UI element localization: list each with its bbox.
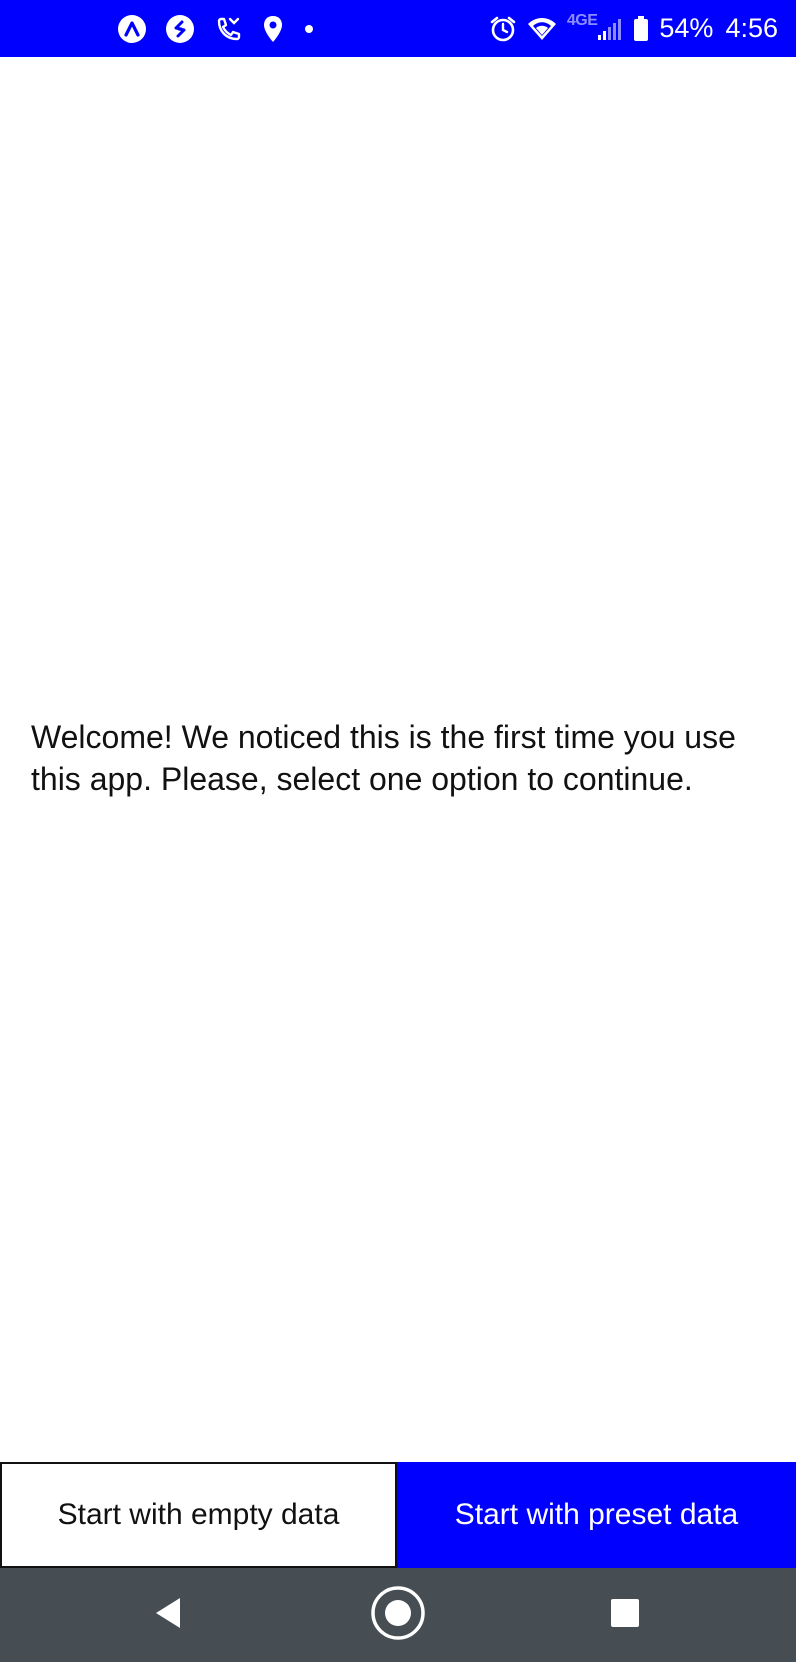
wifi-icon: [527, 16, 557, 42]
status-bar: 4GE 54% 4:56: [0, 0, 796, 57]
alarm-icon: [489, 15, 517, 43]
navigation-bar: [0, 1568, 796, 1662]
start-preset-data-button[interactable]: Start with preset data: [397, 1462, 796, 1568]
status-bar-system: 4GE 54% 4:56: [489, 0, 778, 57]
status-clock: 4:56: [725, 13, 778, 43]
start-empty-data-button[interactable]: Start with empty data: [0, 1462, 397, 1568]
battery-icon: [633, 15, 649, 42]
battery-percent: 54%: [659, 13, 714, 43]
dot-icon: [303, 23, 315, 35]
home-icon: [370, 1585, 426, 1646]
main-content: Welcome! We noticed this is the first ti…: [0, 57, 796, 1462]
recents-button[interactable]: [575, 1568, 675, 1662]
network-type-label: 4GE: [566, 11, 598, 29]
signal-icon: [597, 16, 623, 42]
status-bar-notifications: [117, 0, 333, 57]
home-button[interactable]: [348, 1568, 448, 1662]
shazam-icon: [165, 14, 195, 44]
phone-missed-icon: [213, 14, 243, 44]
welcome-message: Welcome! We noticed this is the first ti…: [31, 719, 736, 797]
app-a-icon: [117, 14, 147, 44]
location-icon: [261, 14, 285, 44]
back-button[interactable]: [118, 1568, 218, 1662]
option-buttons: Start with empty data Start with preset …: [0, 1462, 796, 1568]
recents-icon: [609, 1597, 641, 1634]
back-icon: [152, 1596, 184, 1635]
